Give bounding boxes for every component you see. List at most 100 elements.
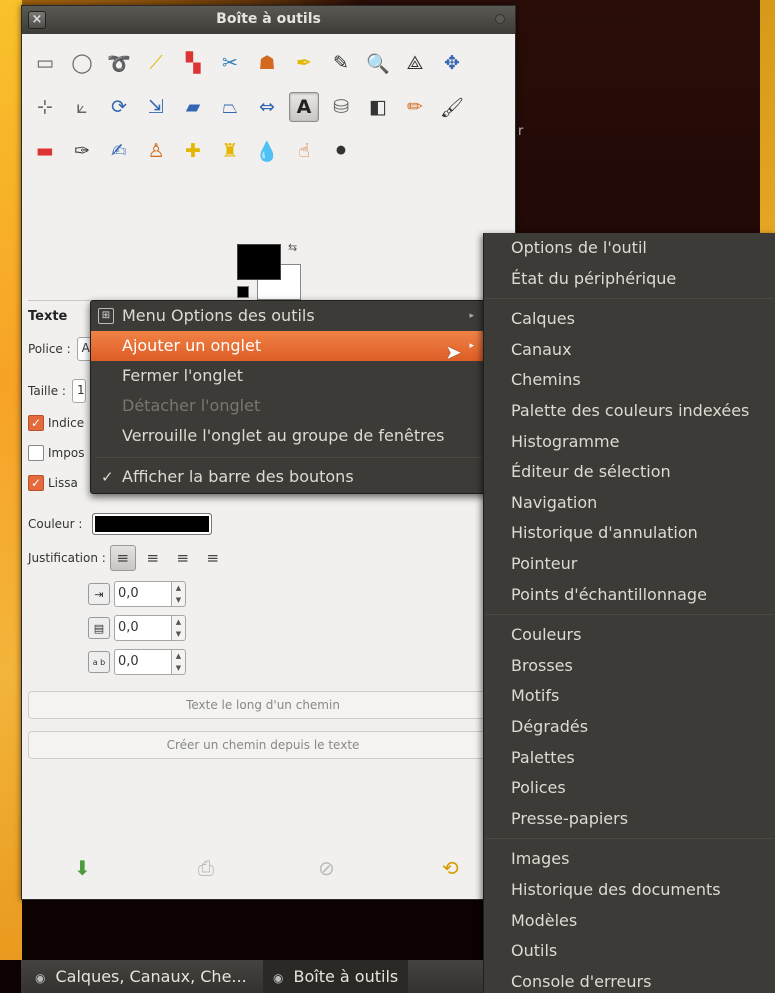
submenu-item[interactable]: Images xyxy=(511,844,569,874)
smudge-icon[interactable]: ☝ xyxy=(289,136,319,166)
taskbar-item-toolbox[interactable]: ◉ Boîte à outils xyxy=(263,960,409,993)
submenu-item[interactable]: Historique d'annulation xyxy=(511,518,698,548)
blur-icon[interactable]: 💧 xyxy=(252,136,282,166)
wallpaper-stripe xyxy=(0,0,22,960)
menu-item-add-tab[interactable]: Ajouter un onglet ▸ xyxy=(91,331,486,361)
menu-item-tool-options-menu[interactable]: ⊞ Menu Options des outils ▸ xyxy=(91,301,486,331)
checkmark-icon: ✓ xyxy=(101,468,114,486)
submenu-item[interactable]: Console d'erreurs xyxy=(511,967,651,993)
submenu-item[interactable]: Dégradés xyxy=(511,712,588,742)
menu-item-lock-tab[interactable]: Verrouille l'onglet au groupe de fenêtre… xyxy=(91,421,486,451)
foreground-color[interactable] xyxy=(237,244,281,280)
measure-icon[interactable]: ⟁ xyxy=(400,48,430,78)
submenu-item[interactable]: Points d'échantillonnage xyxy=(511,580,707,610)
foreground-select-icon[interactable]: ☗ xyxy=(252,48,282,78)
menu-item-show-button-bar[interactable]: ✓ Afficher la barre des boutons xyxy=(91,462,486,492)
submenu-item[interactable]: Éditeur de sélection xyxy=(511,457,671,487)
size-input[interactable]: 1 xyxy=(71,379,86,403)
lasso-icon[interactable]: ➰ xyxy=(104,48,134,78)
scissors-icon[interactable]: ✂ xyxy=(215,48,245,78)
letter-spacing-spin-arrows[interactable]: ▲ ▼ xyxy=(172,649,186,675)
ink-icon[interactable]: ✍ xyxy=(104,136,134,166)
justify-right-icon[interactable]: ≡ xyxy=(140,545,166,571)
submenu-item[interactable]: Navigation xyxy=(511,488,597,518)
ellipse-select-icon[interactable]: ◯ xyxy=(67,48,97,78)
pencil-icon[interactable]: ✏ xyxy=(400,92,430,122)
taskbar-item-label: Calques, Canaux, Che... xyxy=(55,967,247,986)
color-select-icon[interactable]: ▚ xyxy=(178,48,208,78)
submenu-item[interactable]: Calques xyxy=(511,304,575,334)
paintbrush-icon[interactable]: 🖌 xyxy=(437,92,467,122)
path-from-text-button[interactable]: Créer un chemin depuis le texte xyxy=(28,731,498,759)
bucket-fill-icon[interactable]: ⛁ xyxy=(326,92,356,122)
crop-icon[interactable]: ⟀ xyxy=(67,92,97,122)
submenu-item[interactable]: Chemins xyxy=(511,365,581,395)
line-spacing-spin-arrows[interactable]: ▲ ▼ xyxy=(172,615,186,641)
submenu-item[interactable]: Palettes xyxy=(511,743,575,773)
airbrush-icon[interactable]: ✑ xyxy=(67,136,97,166)
justify-row: Justification : ≡ ≡ ≡ ≡ xyxy=(28,545,230,571)
fuzzy-select-icon[interactable]: ⟋ xyxy=(141,48,171,78)
rect-select-icon[interactable]: ▭ xyxy=(30,48,60,78)
text-color-button[interactable] xyxy=(92,513,213,535)
taskbar-item-layers[interactable]: ◉ Calques, Canaux, Che... xyxy=(35,960,247,993)
window-control-icon[interactable] xyxy=(495,14,505,24)
move-icon[interactable]: ✥ xyxy=(437,48,467,78)
force-autohinter-row[interactable]: Impos xyxy=(28,445,84,461)
submenu-separator xyxy=(486,838,773,840)
menu-item-label: Afficher la barre des boutons xyxy=(122,467,354,486)
submenu-item[interactable]: Canaux xyxy=(511,335,572,365)
menu-item-close-tab[interactable]: Fermer l'onglet xyxy=(91,361,486,391)
submenu-separator xyxy=(486,298,773,300)
antialias-checkbox[interactable]: ✓ xyxy=(28,475,44,491)
dodge-burn-icon[interactable]: ⚫ xyxy=(326,136,356,166)
color-picker-icon[interactable]: ✎ xyxy=(326,48,356,78)
eraser-icon[interactable]: ▬ xyxy=(30,136,60,166)
indent-input[interactable]: 0,0 xyxy=(114,581,172,607)
submenu-item[interactable]: État du périphérique xyxy=(511,264,676,294)
text-along-path-button[interactable]: Texte le long d'un chemin xyxy=(28,691,498,719)
antialias-row[interactable]: ✓ Lissa xyxy=(28,475,78,491)
submenu-item[interactable]: Couleurs xyxy=(511,620,581,650)
submenu-item[interactable]: Outils xyxy=(511,936,557,966)
submenu-item[interactable]: Palette des couleurs indexées xyxy=(511,396,749,426)
submenu-item[interactable]: Histogramme xyxy=(511,427,619,457)
perspective-icon[interactable]: ⏢ xyxy=(215,92,245,122)
justify-fill-icon[interactable]: ≡ xyxy=(200,545,226,571)
submenu-item[interactable]: Presse-papiers xyxy=(511,804,628,834)
swap-colors-icon[interactable]: ⇆ xyxy=(288,241,297,254)
paths-icon[interactable]: ✒ xyxy=(289,48,319,78)
flip-icon[interactable]: ⇔ xyxy=(252,92,282,122)
submenu-item[interactable]: Polices xyxy=(511,773,566,803)
submenu-item[interactable]: Options de l'outil xyxy=(511,233,647,263)
rotate-icon[interactable]: ⟳ xyxy=(104,92,134,122)
window-titlebar[interactable]: × Boîte à outils xyxy=(22,6,515,34)
reset-colors-icon[interactable] xyxy=(237,286,249,298)
text-tool-icon[interactable]: A xyxy=(289,92,319,122)
submenu-item[interactable]: Pointeur xyxy=(511,549,577,579)
save-options-icon[interactable]: ⬇ xyxy=(74,856,91,880)
gradient-icon[interactable]: ◧ xyxy=(363,92,393,122)
submenu-item[interactable]: Motifs xyxy=(511,681,559,711)
submenu-item[interactable]: Modèles xyxy=(511,906,577,936)
justify-left-icon[interactable]: ≡ xyxy=(109,545,136,571)
hinting-checkbox[interactable]: ✓ xyxy=(28,415,44,431)
hinting-row[interactable]: ✓ Indice xyxy=(28,415,84,431)
line-spacing-input[interactable]: 0,0 xyxy=(114,615,172,641)
indent-spin-arrows[interactable]: ▲ ▼ xyxy=(172,581,186,607)
align-icon[interactable]: ⊹ xyxy=(30,92,60,122)
justify-center-icon[interactable]: ≡ xyxy=(170,545,196,571)
clone-icon[interactable]: ♙ xyxy=(141,136,171,166)
delete-options-icon[interactable]: ⊘ xyxy=(318,856,335,880)
letter-spacing-input[interactable]: 0,0 xyxy=(114,649,172,675)
submenu-item[interactable]: Brosses xyxy=(511,651,573,681)
perspective-clone-icon[interactable]: ♜ xyxy=(215,136,245,166)
shear-icon[interactable]: ▰ xyxy=(178,92,208,122)
heal-icon[interactable]: ✚ xyxy=(178,136,208,166)
scale-icon[interactable]: ⇲ xyxy=(141,92,171,122)
force-autohinter-checkbox[interactable] xyxy=(28,445,44,461)
zoom-icon[interactable]: 🔍 xyxy=(363,48,393,78)
restore-options-icon[interactable]: ⎙ xyxy=(198,856,214,880)
reset-options-icon[interactable]: ⟲ xyxy=(442,856,459,880)
submenu-item[interactable]: Historique des documents xyxy=(511,875,721,905)
